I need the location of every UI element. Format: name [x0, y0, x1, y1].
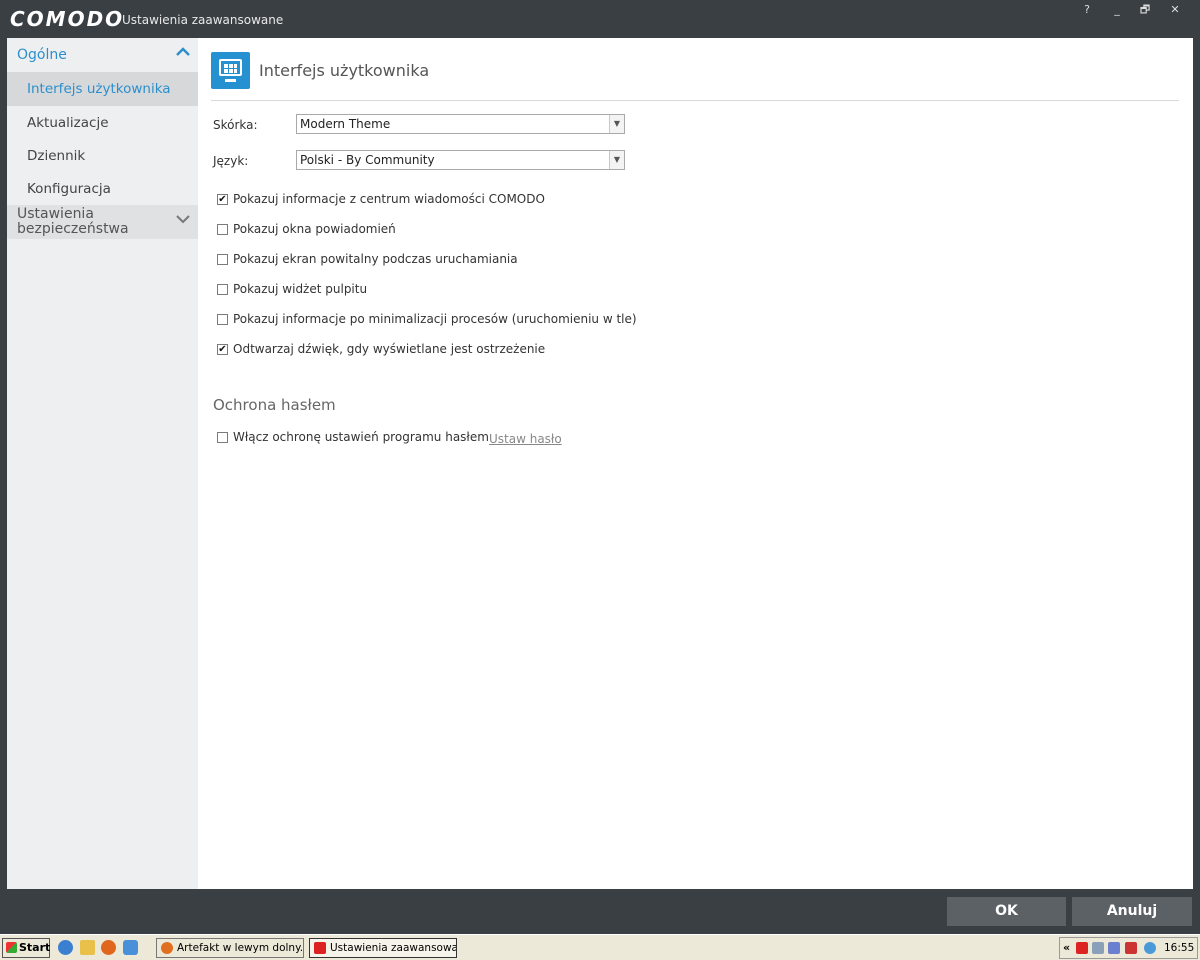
- option-label: Włącz ochronę ustawień programu hasłem: [233, 430, 489, 444]
- sidebar-item-user-interface[interactable]: Interfejs użytkownika: [7, 72, 198, 106]
- skin-value: Modern Theme: [300, 117, 391, 131]
- window-title: Ustawienia zaawansowane: [122, 13, 284, 27]
- skin-select[interactable]: Modern Theme ▼: [296, 114, 625, 134]
- firefox-icon[interactable]: [101, 940, 116, 955]
- sidebar: Ogólne Interfejs użytkownika Aktualizacj…: [7, 38, 198, 889]
- option-label: Pokazuj widżet pulpitu: [233, 282, 368, 296]
- chevron-up-icon: [176, 46, 190, 61]
- checkbox[interactable]: [217, 224, 228, 235]
- sidebar-section-general[interactable]: Ogólne: [7, 38, 198, 72]
- option-label: Pokazuj okna powiadomień: [233, 222, 396, 236]
- windows-logo-icon: [6, 942, 17, 953]
- password-section-title: Ochrona hasłem: [213, 396, 336, 414]
- printer-icon[interactable]: [1125, 942, 1137, 954]
- page-title: Interfejs użytkownika: [259, 61, 430, 80]
- main-panel: Ogólne Interfejs użytkownika Aktualizacj…: [7, 38, 1193, 889]
- ok-button[interactable]: OK: [947, 897, 1066, 926]
- checkbox[interactable]: [217, 314, 228, 325]
- taskbar: Start Artefakt w lewym dolny... Ustawien…: [0, 934, 1200, 960]
- update-icon[interactable]: [1144, 942, 1156, 954]
- sidebar-item-log[interactable]: Dziennik: [7, 139, 198, 173]
- checkbox[interactable]: [217, 284, 228, 295]
- sidebar-section-label: Ustawienia bezpieczeństwa: [17, 207, 129, 237]
- option-label: Odtwarzaj dźwięk, gdy wyświetlane jest o…: [233, 342, 546, 356]
- app-launcher-icon[interactable]: [123, 940, 138, 955]
- content-area: Interfejs użytkownika Skórka: Modern The…: [198, 38, 1193, 889]
- sidebar-section-label: Ogólne: [17, 47, 67, 63]
- sidebar-section-label-line2: bezpieczeństwa: [17, 221, 129, 237]
- skin-label: Skórka:: [213, 118, 258, 132]
- start-label: Start: [19, 941, 51, 954]
- folder-icon[interactable]: [80, 940, 95, 955]
- task-label: Artefakt w lewym dolny...: [177, 942, 304, 954]
- sidebar-section-label-line1: Ustawienia: [17, 206, 94, 222]
- monitor-icon: [211, 52, 250, 89]
- set-password-link[interactable]: Ustaw hasło: [489, 432, 562, 446]
- chevron-down-icon: [176, 213, 190, 228]
- internet-explorer-icon[interactable]: [58, 940, 73, 955]
- language-select[interactable]: Polski - By Community ▼: [296, 150, 625, 170]
- title-bar: COMODO Ustawienia zaawansowane ? _ 🗗 ✕: [0, 0, 1200, 38]
- language-label: Język:: [213, 154, 249, 168]
- system-tray: « 16:55: [1059, 937, 1198, 959]
- comodo-icon: [314, 942, 326, 954]
- taskbar-item-firefox[interactable]: Artefakt w lewym dolny...: [156, 938, 304, 958]
- sidebar-item-updates[interactable]: Aktualizacje: [7, 106, 198, 140]
- minimize-button[interactable]: _: [1102, 0, 1132, 20]
- dropdown-arrow-icon[interactable]: ▼: [609, 151, 624, 169]
- network-disconnected-icon[interactable]: [1108, 942, 1120, 954]
- checkbox[interactable]: [217, 254, 228, 265]
- restore-button[interactable]: 🗗: [1130, 0, 1160, 20]
- task-label: Ustawienia zaawansowa...: [330, 942, 457, 954]
- dropdown-arrow-icon[interactable]: ▼: [609, 115, 624, 133]
- sidebar-section-security[interactable]: Ustawienia bezpieczeństwa: [7, 205, 198, 239]
- checkbox[interactable]: ✔: [217, 194, 228, 205]
- header-divider: [211, 100, 1179, 101]
- checkbox[interactable]: [217, 432, 228, 443]
- checkbox[interactable]: ✔: [217, 344, 228, 355]
- cancel-button[interactable]: Anuluj: [1072, 897, 1192, 926]
- comodo-tray-icon[interactable]: [1076, 942, 1088, 954]
- clock: 16:55: [1164, 942, 1195, 954]
- option-label: Pokazuj ekran powitalny podczas uruchami…: [233, 252, 518, 266]
- tray-expand-button[interactable]: «: [1063, 941, 1070, 954]
- speaker-icon[interactable]: [1092, 942, 1104, 954]
- help-button[interactable]: ?: [1072, 0, 1102, 20]
- option-label: Pokazuj informacje z centrum wiadomości …: [233, 192, 545, 206]
- comodo-logo: COMODO: [10, 7, 125, 31]
- firefox-icon: [161, 942, 173, 954]
- close-button[interactable]: ✕: [1160, 0, 1190, 20]
- taskbar-item-comodo[interactable]: Ustawienia zaawansowa...: [309, 938, 457, 958]
- option-label: Pokazuj informacje po minimalizacji proc…: [233, 312, 637, 326]
- sidebar-item-configuration[interactable]: Konfiguracja: [7, 172, 198, 206]
- language-value: Polski - By Community: [300, 153, 435, 167]
- start-button[interactable]: Start: [2, 938, 50, 958]
